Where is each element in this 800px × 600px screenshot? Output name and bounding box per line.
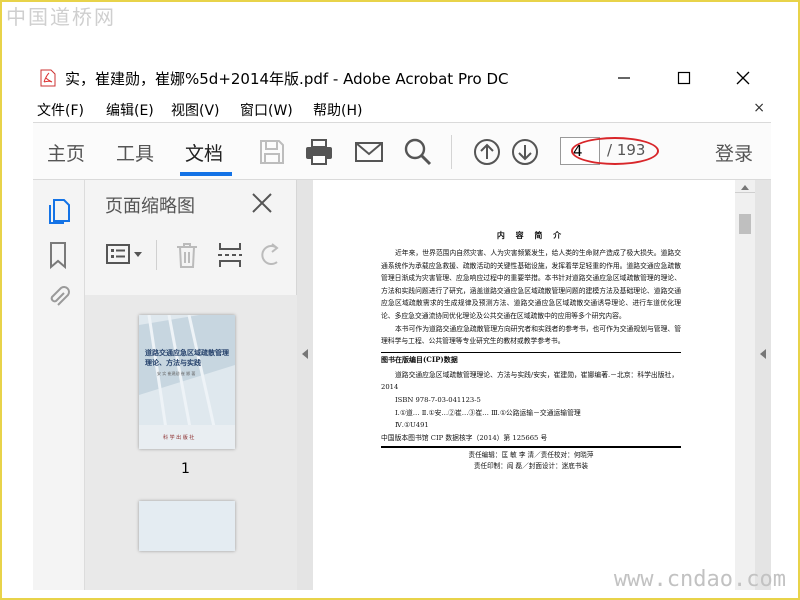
menu-file[interactable]: 文件(F): [37, 100, 84, 120]
maximize-button[interactable]: [664, 64, 704, 92]
attachment-icon[interactable]: [45, 282, 71, 312]
thumbnail-publisher: 科 学 出 版 社: [163, 435, 195, 441]
next-page-icon[interactable]: [509, 136, 541, 168]
insert-page-icon[interactable]: [216, 240, 244, 270]
panel-tools-separator: [156, 240, 157, 270]
pdf-page: 内 容 简 介 近年来，世界范围内自然灾害、人为灾害频繁发生，给人类的生命财产造…: [381, 230, 681, 570]
window-title: 实，崔建勋，崔娜%5d+2014年版.pdf - Adobe Acrobat P…: [65, 70, 509, 88]
pdf-file-icon: [40, 69, 56, 87]
maximize-icon: [677, 71, 691, 85]
page-rule: [381, 351, 681, 353]
document-scroll-thumb[interactable]: [739, 214, 751, 234]
thumbnail-options-icon[interactable]: [105, 242, 145, 268]
close-document-button[interactable]: ×: [753, 100, 765, 116]
thumbnail-label: 1: [181, 461, 190, 477]
scroll-up-arrow-icon[interactable]: [740, 183, 750, 191]
tab-tools[interactable]: 工具: [116, 139, 154, 166]
login-button[interactable]: 登录: [715, 139, 753, 166]
document-view[interactable]: 内 容 简 介 近年来，世界范围内自然灾害、人为灾害频繁发生，给人类的生命财产造…: [313, 180, 735, 590]
panel-toolbar: [85, 232, 297, 282]
rotate-page-icon[interactable]: [261, 242, 281, 268]
panel-title: 页面缩略图: [105, 196, 195, 217]
collapse-right-handle[interactable]: [755, 180, 771, 590]
page-thumbnails-icon[interactable]: [45, 196, 71, 226]
menu-edit[interactable]: 编辑(E): [106, 100, 154, 120]
cip-heading: 图书在版编目(CIP)数据: [381, 354, 458, 364]
main-toolbar: 主页 工具 文档 4 / 193 登录: [33, 122, 771, 180]
content-area: 页面缩略图 道路交通应急区域疏散管理 理论、方法与实践 安 实 崔建勋 崔 娜 …: [33, 180, 771, 590]
close-icon: [736, 71, 750, 85]
minimize-button[interactable]: [604, 64, 644, 92]
cip-record-number: 中国版本图书馆 CIP 数据核字（2014）第 125665 号: [381, 433, 548, 442]
title-bar[interactable]: 实，崔建勋，崔娜%5d+2014年版.pdf - Adobe Acrobat P…: [33, 58, 771, 96]
cip-classification-2: Ⅳ.①U491: [395, 421, 429, 430]
close-window-button[interactable]: [723, 64, 763, 92]
page-paragraph-1: 近年来，世界范围内自然灾害、人为灾害频繁发生，给人类的生命财产造成了极大损失。道…: [381, 249, 681, 320]
minimize-icon: [618, 77, 630, 79]
collapse-left-handle[interactable]: [297, 180, 313, 590]
toolbar-separator: [451, 135, 452, 169]
page-paragraph-2: 本书可作为道路交通应急疏散管理方向研究者和实践者的参考书，也可作为交通规划与管理…: [381, 324, 681, 346]
scrollbar-divider: [735, 192, 755, 193]
thumbnail-title-line-2: 理论、方法与实践: [145, 358, 201, 367]
menu-view[interactable]: 视图(V): [171, 100, 220, 120]
active-tab-indicator: [180, 172, 232, 176]
print-icon[interactable]: [303, 136, 335, 168]
thumbnail-authors: 安 实 崔建勋 崔 娜 著: [157, 371, 196, 376]
delete-page-icon[interactable]: [174, 240, 200, 270]
thumbnail-list: 道路交通应急区域疏散管理 理论、方法与实践 安 实 崔建勋 崔 娜 著 科 学 …: [85, 295, 339, 590]
email-icon[interactable]: [353, 136, 385, 168]
menu-bar: 文件(F) 编辑(E) 视图(V) 窗口(W) 帮助(H) ×: [33, 96, 771, 122]
cip-isbn: ISBN 978-7-03-041123-5: [395, 395, 481, 404]
collapse-right-icon: [760, 349, 766, 359]
credits-editors: 责任编辑：匡 敏 李 清／责任校对：何晓萍: [468, 451, 594, 460]
menu-window[interactable]: 窗口(W): [240, 100, 293, 120]
thumbnail-title-line-1: 道路交通应急区域疏散管理: [145, 348, 229, 357]
page-rule-thick: [381, 446, 681, 449]
cip-classification: Ⅰ.①道… Ⅱ.①安…②崔…③崔… Ⅲ.①公路运输－交通运输管理: [395, 408, 581, 417]
search-icon[interactable]: [402, 136, 434, 168]
acrobat-window: 实，崔建勋，崔娜%5d+2014年版.pdf - Adobe Acrobat P…: [33, 58, 771, 590]
tab-home[interactable]: 主页: [47, 139, 85, 166]
bookmark-icon[interactable]: [45, 240, 71, 270]
previous-page-icon[interactable]: [471, 136, 503, 168]
page-heading: 内 容 简 介: [496, 230, 566, 240]
red-annotation-circle: [571, 137, 659, 165]
page-thumbnail-1[interactable]: 道路交通应急区域疏散管理 理论、方法与实践 安 实 崔建勋 崔 娜 著 科 学 …: [139, 315, 235, 449]
close-panel-icon[interactable]: [250, 191, 274, 215]
document-scrollbar[interactable]: [735, 180, 755, 590]
credits-production: 责任印制：阎 磊／封面设计：迷底书装: [473, 462, 589, 471]
left-navigation-rail: [33, 180, 85, 590]
watermark-bottom: www.cndao.com: [613, 567, 786, 592]
thumbnails-panel: 页面缩略图 道路交通应急区域疏散管理 理论、方法与实践 安 实 崔建勋 崔 娜 …: [85, 180, 339, 590]
collapse-left-icon: [302, 349, 308, 359]
watermark-top: 中国道桥网: [6, 5, 116, 29]
book-cover-art: [139, 315, 235, 449]
menu-help[interactable]: 帮助(H): [313, 100, 362, 120]
tab-document[interactable]: 文档: [185, 139, 223, 166]
save-icon[interactable]: [256, 136, 288, 168]
page-thumbnail-2[interactable]: [139, 501, 235, 551]
cip-entry: 道路交通应急区域疏散管理理论、方法与实践/安实，崔建勋，崔娜编著.－北京：科学出…: [381, 370, 679, 392]
